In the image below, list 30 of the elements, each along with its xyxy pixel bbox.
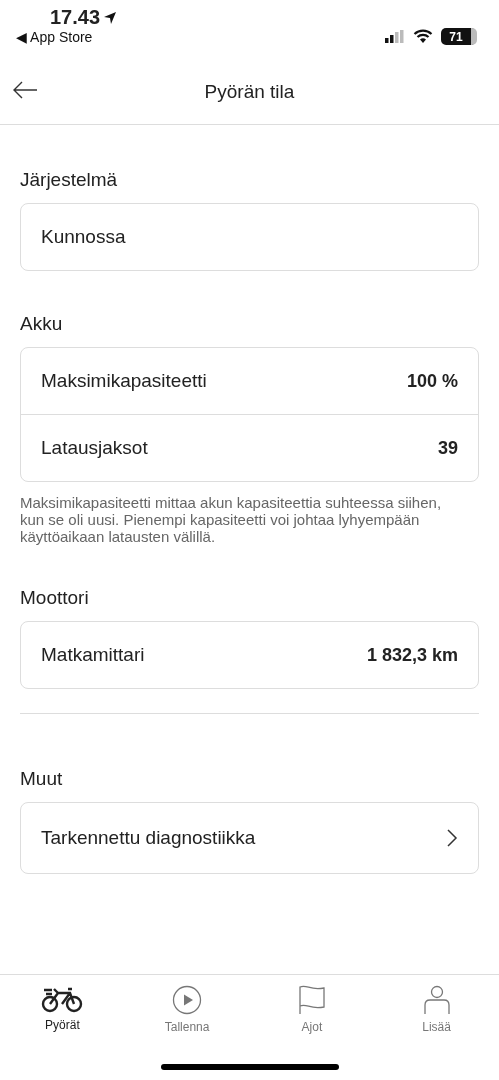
row-label: Latausjaksot bbox=[41, 437, 148, 459]
section-title: Järjestelmä bbox=[20, 169, 119, 191]
chevron-right-icon bbox=[446, 828, 458, 848]
row-value: 39 bbox=[437, 437, 458, 459]
status-text: Kunnossa bbox=[41, 226, 126, 248]
tab-bar-item[interactable]: Lisää bbox=[391, 985, 482, 1034]
back-button[interactable] bbox=[12, 80, 38, 100]
location-arrow-icon bbox=[103, 10, 118, 25]
back-to-app-link[interactable]: ◀ App Store bbox=[16, 29, 93, 45]
play-icon bbox=[172, 985, 203, 1015]
section-title: Akku bbox=[20, 313, 64, 335]
tab-bar-item[interactable]: Tallenna bbox=[142, 985, 233, 1034]
section-title: Moottori bbox=[20, 587, 90, 609]
row-label: Maksimikapasiteetti bbox=[41, 370, 207, 392]
row-value: 1 832,3 km bbox=[366, 644, 458, 666]
wifi-icon bbox=[413, 29, 433, 44]
row-label: Matkamittari bbox=[41, 644, 145, 666]
tab-bar-item[interactable]: Ajot bbox=[266, 985, 357, 1034]
tab-bar-item[interactable]: Pyörät bbox=[17, 985, 108, 1034]
signal-icon bbox=[385, 29, 405, 44]
battery-note: Maksimikapasiteetti mittaa akun kapasiteettia suhteessa siihen, kun se oli uusi. Pienempi kapasiteetti voi johtaa lyhyempään käyttöaikaan latausten välillä. bbox=[20, 494, 443, 545]
diagnostics-row[interactable]: Tarkennettu diagnostiikka bbox=[21, 803, 478, 873]
battery-indicator: 71 bbox=[441, 28, 477, 45]
section-title: Muut bbox=[20, 768, 64, 790]
status-time: 17.43 bbox=[50, 6, 101, 29]
person-icon bbox=[421, 985, 452, 1015]
bicycle-icon bbox=[41, 985, 84, 1013]
page-title: Pyörän tila bbox=[204, 81, 295, 103]
flag-icon bbox=[296, 985, 327, 1015]
row-value: 100 % bbox=[406, 370, 458, 392]
